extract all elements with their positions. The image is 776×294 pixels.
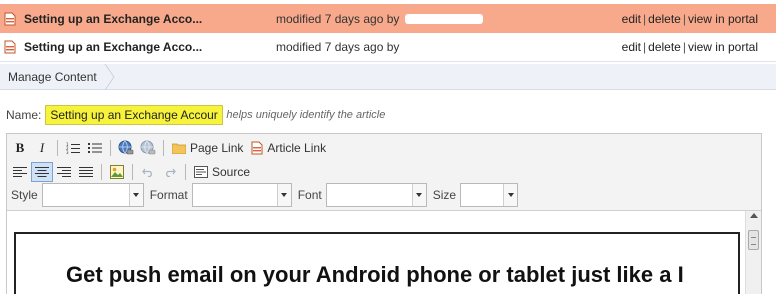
name-field-row: Name: Setting up an Exchange Accour help… <box>6 104 385 126</box>
delete-link[interactable]: delete <box>648 12 681 26</box>
bold-button[interactable]: B <box>9 138 31 158</box>
align-center-button[interactable] <box>31 162 53 182</box>
content-frame: Get push email on your Android phone or … <box>14 232 740 294</box>
dropdown-arrow-icon <box>503 184 518 206</box>
align-left-icon <box>13 167 27 177</box>
align-right-button[interactable] <box>53 162 75 182</box>
document-icon <box>4 12 16 26</box>
justify-icon <box>79 167 93 177</box>
redacted-author <box>405 43 453 51</box>
ordered-list-icon: 123 <box>66 142 80 154</box>
scroll-up-icon[interactable] <box>750 213 758 218</box>
page-link-icon <box>172 143 186 154</box>
size-select[interactable] <box>460 183 519 207</box>
article-link-button[interactable]: Article Link <box>247 141 330 155</box>
article-heading[interactable]: Get push email on your Android phone or … <box>66 262 684 288</box>
view-in-portal-link[interactable]: view in portal <box>688 40 758 54</box>
rich-text-editor: B I 123 Page Link Article Link Source St… <box>6 133 762 294</box>
align-left-button[interactable] <box>9 162 31 182</box>
name-label: Name: <box>6 108 42 122</box>
name-input[interactable]: Setting up an Exchange Accour <box>45 105 224 125</box>
svg-text:3: 3 <box>66 150 69 154</box>
globe-link-icon <box>118 140 134 155</box>
page-link-button[interactable]: Page Link <box>168 141 247 155</box>
italic-button[interactable]: I <box>31 138 53 158</box>
font-label: Font <box>297 188 322 202</box>
toolbar-row-2: Source <box>9 161 254 183</box>
align-right-icon <box>57 167 71 177</box>
breadcrumb: Manage Content <box>0 64 776 90</box>
format-label: Format <box>149 188 188 202</box>
unlink-icon <box>140 140 156 155</box>
unordered-list-icon <box>88 143 102 153</box>
bold-icon: B <box>15 140 25 155</box>
source-label: Source <box>212 165 251 179</box>
format-select[interactable] <box>191 183 292 207</box>
edit-link[interactable]: edit <box>622 12 641 26</box>
insert-link-button[interactable] <box>115 138 137 158</box>
source-button[interactable]: Source <box>190 165 254 179</box>
redo-button[interactable] <box>159 162 181 182</box>
page-link-label: Page Link <box>190 141 244 155</box>
toolbar-row-1: B I 123 Page Link Article Link <box>9 137 330 159</box>
style-select[interactable] <box>41 183 144 207</box>
font-select[interactable] <box>325 183 427 207</box>
dropdown-arrow-icon <box>128 184 143 206</box>
redacted-author <box>405 13 483 24</box>
article-title-link[interactable]: Setting up an Exchange Acco... <box>24 12 202 26</box>
align-center-icon <box>35 167 49 177</box>
editor-scrollbar[interactable] <box>745 211 761 294</box>
row-actions: edit | delete | view in portal <box>621 40 758 54</box>
italic-icon: I <box>39 140 45 155</box>
image-icon <box>110 165 124 179</box>
name-hint: helps uniquely identify the article <box>226 109 386 121</box>
article-title-link[interactable]: Setting up an Exchange Acco... <box>24 40 202 54</box>
content-row-2: Setting up an Exchange Acco... modified … <box>0 33 776 62</box>
toolbar-row-3: Style Format Font Size <box>9 183 522 207</box>
article-link-icon <box>251 141 263 155</box>
unordered-list-button[interactable] <box>84 138 106 158</box>
dropdown-arrow-icon <box>411 184 426 206</box>
breadcrumb-manage-content[interactable]: Manage Content <box>0 64 110 90</box>
justify-button[interactable] <box>75 162 97 182</box>
document-icon <box>4 40 16 54</box>
size-label: Size <box>432 188 457 202</box>
view-in-portal-link[interactable]: view in portal <box>688 12 758 26</box>
undo-icon <box>142 168 152 177</box>
undo-button[interactable] <box>137 162 159 182</box>
row-actions: edit | delete | view in portal <box>621 11 758 26</box>
ordered-list-button[interactable]: 123 <box>62 138 84 158</box>
dropdown-arrow-icon <box>276 184 291 206</box>
content-row-1: Setting up an Exchange Acco... modified … <box>0 4 776 33</box>
style-label: Style <box>11 188 38 202</box>
source-icon <box>194 166 208 178</box>
article-link-label: Article Link <box>267 141 327 155</box>
insert-image-button[interactable] <box>106 162 128 182</box>
scrollbar-thumb[interactable] <box>748 230 759 250</box>
edit-link[interactable]: edit <box>622 40 641 54</box>
redo-icon <box>166 168 176 177</box>
modified-info: modified 7 days ago by <box>276 40 400 54</box>
unlink-button[interactable] <box>137 138 159 158</box>
modified-info: modified 7 days ago by <box>276 11 400 26</box>
editor-content-area[interactable]: Get push email on your Android phone or … <box>7 210 761 294</box>
delete-link[interactable]: delete <box>648 40 681 54</box>
breadcrumb-separator <box>104 64 116 90</box>
